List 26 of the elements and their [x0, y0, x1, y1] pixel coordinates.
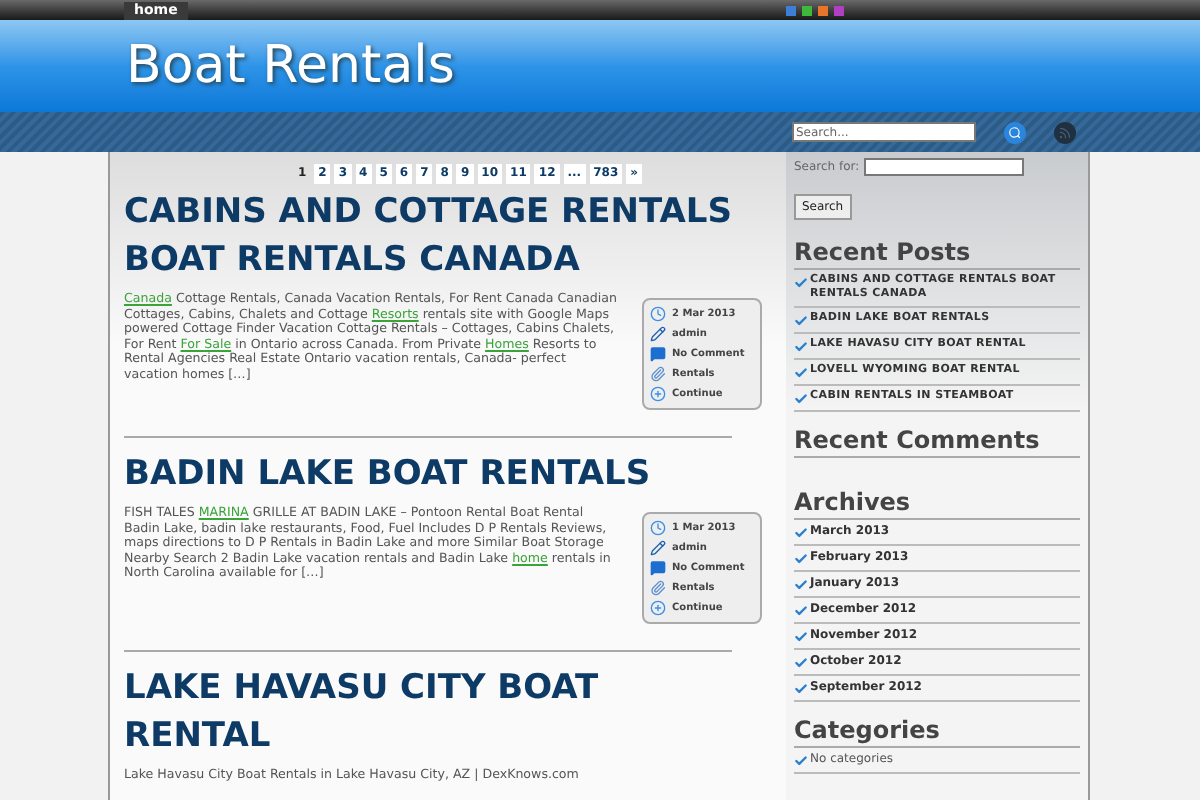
- pencil-icon: [650, 326, 666, 342]
- post-title[interactable]: CABINS AND COTTAGE RENTALS BOAT RENTALS CANADA: [124, 188, 748, 284]
- speech-bubble-icon: [650, 560, 666, 576]
- clock-icon: [650, 306, 666, 322]
- color-swatch[interactable]: [834, 5, 844, 15]
- paperclip-icon: [650, 580, 666, 596]
- widget-title: Archives: [794, 486, 1080, 520]
- speech-bubble-icon: [650, 346, 666, 362]
- check-icon: [794, 276, 808, 290]
- pencil-icon: [650, 540, 666, 556]
- paperclip-icon: [650, 366, 666, 382]
- post-title[interactable]: BADIN LAKE BOAT RENTALS: [124, 450, 732, 498]
- color-swatch[interactable]: [802, 5, 812, 15]
- widget-title: Recent Posts: [794, 236, 1080, 270]
- clock-icon: [650, 520, 666, 536]
- sidebar-search-field[interactable]: [863, 158, 1024, 176]
- widget-title: Recent Comments: [794, 424, 1080, 458]
- check-icon: [794, 754, 808, 768]
- rss-icon[interactable]: [1054, 121, 1076, 143]
- plus-circle-icon: [650, 386, 666, 402]
- plus-circle-icon: [650, 600, 666, 616]
- color-swatch[interactable]: [786, 5, 796, 15]
- color-swatch[interactable]: [818, 5, 828, 15]
- widget-title: Categories: [794, 714, 1080, 748]
- search-icon[interactable]: [1004, 121, 1026, 143]
- post-title[interactable]: LAKE HAVASU CITY BOAT RENTAL: [124, 664, 732, 760]
